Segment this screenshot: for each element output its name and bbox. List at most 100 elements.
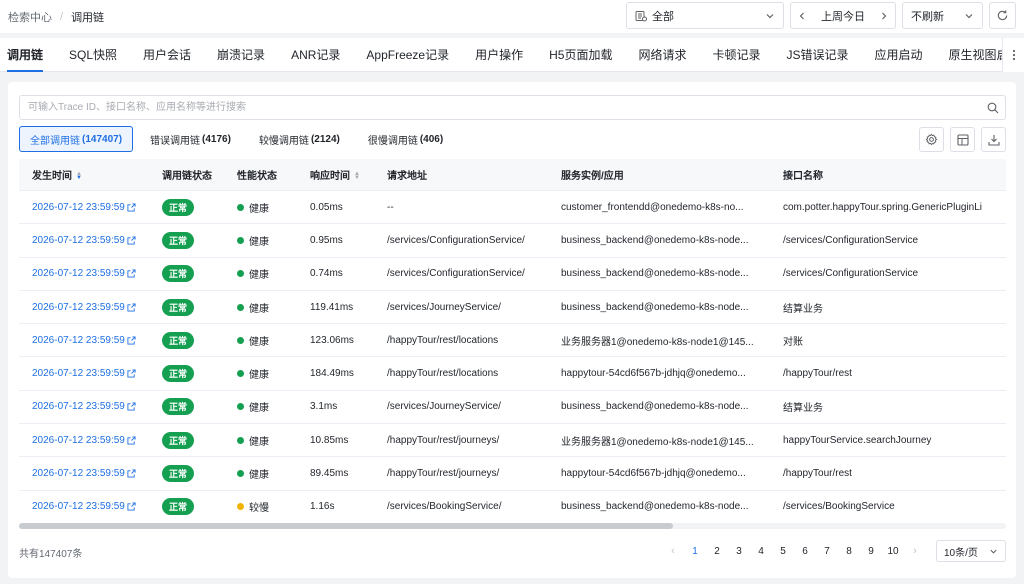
perf-label: 健康 <box>249 236 269 248</box>
trace-time-link[interactable]: 2026-07-12 23:59:59 <box>32 501 136 512</box>
trace-time-link[interactable]: 2026-07-12 23:59:59 <box>32 202 136 213</box>
table-row[interactable]: 2026-07-12 23:59:59 正常 健康 3.1ms/services/Jo… <box>19 391 1006 425</box>
perf-status: 较慢 <box>237 499 269 514</box>
trace-time-link[interactable]: 2026-07-12 23:59:59 <box>32 235 136 246</box>
table-body: 2026-07-12 23:59:59 正常 健康 0.05ms -- customer_… <box>19 191 1006 523</box>
page-number[interactable]: 2 <box>706 540 728 562</box>
trace-filter-group: 全部调用链 (147407) 错误调用链 (4176) 较慢调用链 (2124) 很慢调用链… <box>19 126 455 152</box>
table-row[interactable]: 2026-07-12 23:59:59 正常 健康 0.05ms -- customer_… <box>19 191 1006 225</box>
filter-button[interactable]: 全部调用链 (147407) <box>19 126 134 152</box>
filter-button[interactable]: 很慢调用链 (406) <box>356 126 455 152</box>
trace-time-link[interactable]: 2026-07-12 23:59:59 <box>32 335 136 346</box>
tab-item[interactable]: SQL快照 <box>56 38 130 72</box>
external-link-icon <box>127 302 136 312</box>
refresh-interval-select[interactable]: 不刷新 <box>902 2 983 29</box>
prev-page-button[interactable]: ‹ <box>662 540 684 562</box>
search-input[interactable] <box>20 96 981 119</box>
tab-item[interactable]: 卡顿记录 <box>699 38 773 72</box>
request-url: /happyTour/rest/journeys/ <box>387 434 500 446</box>
time-range-picker[interactable]: 上周今日 <box>790 2 896 29</box>
perf-dot-icon <box>237 303 244 311</box>
table-row[interactable]: 2026-07-12 23:59:59 正常 健康 123.06ms/happyTou… <box>19 324 1006 358</box>
time-cell: 2026-07-12 23:59:59 <box>19 435 162 446</box>
filter-button[interactable]: 较慢调用链 (2124) <box>247 126 351 152</box>
breadcrumb-root[interactable]: 检索中心 <box>8 9 52 25</box>
table-row[interactable]: 2026-07-12 23:59:59 正常 健康 89.45ms/happyTour… <box>19 457 1006 491</box>
more-tabs-button[interactable] <box>1002 38 1024 72</box>
column-layout-button[interactable] <box>950 127 975 152</box>
page-number[interactable]: 3 <box>728 540 750 562</box>
gear-icon <box>925 133 938 146</box>
service-instance: business_backend@onedemo-k8s-node... <box>561 268 749 280</box>
trace-time-link[interactable]: 2026-07-12 23:59:59 <box>32 435 136 446</box>
breadcrumb: 检索中心 / 调用链 <box>0 9 104 25</box>
page-number[interactable]: 8 <box>838 540 860 562</box>
tab-item[interactable]: AppFreeze记录 <box>353 38 462 72</box>
column-header[interactable]: 响应时间 ▲ ▼ <box>310 167 387 182</box>
search-button[interactable] <box>981 102 1005 114</box>
tab-item[interactable]: H5页面加载 <box>536 38 625 72</box>
page-size-select[interactable]: 10条/页 <box>936 540 1006 562</box>
request-url: /services/ConfigurationService/ <box>387 268 525 280</box>
tab-item[interactable]: 调用链 <box>0 38 56 72</box>
horizontal-scrollbar[interactable] <box>19 523 1006 529</box>
status-cell: 正常 <box>162 431 237 449</box>
trace-time-link[interactable]: 2026-07-12 23:59:59 <box>32 368 136 379</box>
perf-dot-icon <box>237 403 244 411</box>
app-select[interactable]: 全部 <box>626 2 784 29</box>
tab-item[interactable]: 应用启动 <box>862 38 936 72</box>
tab-item[interactable]: JS错误记录 <box>774 38 862 72</box>
next-page-button[interactable]: › <box>904 540 926 562</box>
refresh-button[interactable] <box>989 2 1016 29</box>
tab-item[interactable]: ANR记录 <box>278 38 353 72</box>
table-row[interactable]: 2026-07-12 23:59:59 正常 健康 0.74ms/services/C… <box>19 258 1006 291</box>
table-row[interactable]: 2026-07-12 23:59:59 正常 健康 184.49ms/happyTou… <box>19 357 1006 391</box>
page-number[interactable]: 5 <box>772 540 794 562</box>
settings-button[interactable] <box>919 127 944 152</box>
perf-cell: 健康 <box>237 333 310 348</box>
table-row[interactable]: 2026-07-12 23:59:59 正常 健康 119.41ms/services… <box>19 291 1006 325</box>
column-header-label: 响应时间 <box>310 171 350 182</box>
trace-time-link[interactable]: 2026-07-12 23:59:59 <box>32 468 136 479</box>
sort-icon[interactable]: ▲ ▼ <box>76 171 82 181</box>
chevron-left-icon[interactable] <box>797 11 807 21</box>
perf-label: 较慢 <box>249 503 269 515</box>
external-link-icon <box>127 469 136 478</box>
trace-time-link[interactable]: 2026-07-12 23:59:59 <box>32 401 136 412</box>
perf-dot-icon <box>237 436 244 444</box>
table-header: 发生时间 ▲ ▼ 调用链状态 性能状态 响应时间 ▲ ▼ 请求地址 服务实例/应用 接口名称 <box>19 159 1006 191</box>
tab-item[interactable]: 用户会话 <box>130 38 204 72</box>
page-number[interactable]: 6 <box>794 540 816 562</box>
column-header: 请求地址 <box>387 167 561 182</box>
perf-dot-icon <box>237 270 244 278</box>
trace-time-link[interactable]: 2026-07-12 23:59:59 <box>32 268 136 279</box>
table-row[interactable]: 2026-07-12 23:59:59 正常 健康 10.85ms/happyTour… <box>19 424 1006 458</box>
perf-label: 健康 <box>249 270 269 282</box>
page-number[interactable]: 9 <box>860 540 882 562</box>
page-number[interactable]: 4 <box>750 540 772 562</box>
table-row[interactable]: 2026-07-12 23:59:59 正常 较慢 1.16s/services/Bo… <box>19 491 1006 523</box>
status-badge: 正常 <box>162 231 195 249</box>
tab-item[interactable]: 网络请求 <box>625 38 699 72</box>
filter-button[interactable]: 错误调用链 (4176) <box>139 126 242 152</box>
page-number[interactable]: 10 <box>882 540 904 562</box>
trace-time-link[interactable]: 2026-07-12 23:59:59 <box>32 302 136 313</box>
scrollbar-thumb[interactable] <box>19 523 673 529</box>
tab-item[interactable]: 崩溃记录 <box>204 38 278 72</box>
page-number[interactable]: 7 <box>816 540 838 562</box>
download-button[interactable] <box>981 127 1006 152</box>
chevron-right-icon[interactable] <box>879 11 889 21</box>
column-header[interactable]: 发生时间 ▲ ▼ <box>19 167 162 182</box>
perf-status: 健康 <box>237 300 269 315</box>
tab-item[interactable]: 用户操作 <box>462 38 536 72</box>
perf-status: 健康 <box>237 266 269 281</box>
external-link-icon <box>127 402 136 411</box>
perf-cell: 较慢 <box>237 499 310 514</box>
perf-dot-icon <box>237 336 244 344</box>
page-number[interactable]: 1 <box>684 540 706 562</box>
table-row[interactable]: 2026-07-12 23:59:59 正常 健康 0.95ms/services/C… <box>19 224 1006 258</box>
perf-label: 健康 <box>249 403 269 415</box>
chevron-down-icon <box>766 13 774 18</box>
response-time: 3.1ms <box>310 401 338 413</box>
sort-icon[interactable]: ▲ ▼ <box>354 171 360 181</box>
